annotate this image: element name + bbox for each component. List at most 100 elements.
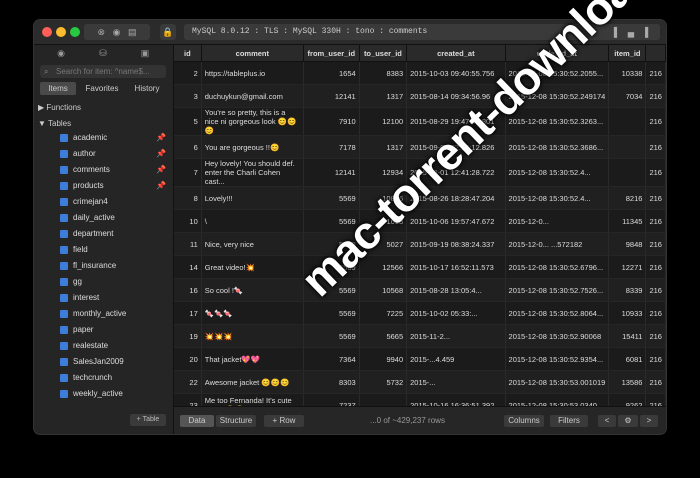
toggle-right-panel-icon[interactable]: ▐ [642, 27, 648, 37]
table-item-techcrunch[interactable]: techcrunch [60, 370, 170, 386]
cell-to-user-id[interactable]: 10568 [359, 278, 408, 302]
cell-extra[interactable]: 216 [645, 278, 666, 302]
cell-id[interactable]: 20 [174, 347, 202, 371]
table-row[interactable]: 17 🍬🍬🍬 5569 7225 2015-10-02 05:33:... 2015-12… [174, 301, 666, 325]
cell-comment[interactable]: duchuykun@gmail.com [201, 84, 304, 108]
tables-group[interactable]: ▼ Tables [38, 119, 71, 128]
cell-item-id[interactable]: 6081 [608, 347, 647, 371]
cell-comment[interactable]: Great video!💥 [201, 255, 304, 279]
back-arrow-icon[interactable]: ⊗ [98, 27, 106, 37]
database-icon[interactable]: ⛁ [98, 48, 108, 58]
cell-comment[interactable]: https://tableplus.io [201, 61, 304, 85]
cell-extra[interactable]: 216 [645, 135, 666, 159]
cell-comment[interactable]: You're so pretty, this is a nice ni gorg… [201, 107, 304, 136]
cell-to-user-id[interactable]: 5665 [359, 324, 408, 348]
cell-id[interactable]: 11 [174, 232, 202, 256]
column-header-comment[interactable]: comment [201, 45, 304, 62]
cell-item-id[interactable]: 15411 [608, 324, 647, 348]
cell-created-at[interactable]: 2015-... [406, 370, 506, 394]
cell-comment[interactable]: 🍬🍬🍬 [201, 301, 304, 325]
table-item-author[interactable]: author 📌 [60, 146, 170, 162]
pin-icon[interactable]: 📌 [156, 146, 166, 162]
cell-from-user-id[interactable]: 7364 [303, 347, 360, 371]
cell-extra[interactable]: 216 [645, 107, 666, 136]
database-pin-icon[interactable]: ◉ [56, 48, 66, 58]
table-item-academic[interactable]: academic 📌 [60, 130, 170, 146]
cell-id[interactable]: 14 [174, 255, 202, 279]
cell-extra[interactable]: 216 [645, 370, 666, 394]
cell-created-at[interactable]: 2015-09-19 08:38:24.337 [406, 232, 506, 256]
cell-to-user-id[interactable]: 5732 [359, 370, 408, 394]
table-item-salesjan2009[interactable]: SalesJan2009 [60, 354, 170, 370]
cell-from-user-id[interactable]: 7237 [303, 393, 360, 406]
table-item-realestate[interactable]: realestate [60, 338, 170, 354]
cell-from-user-id[interactable]: 8303 [303, 370, 360, 394]
structure-tab-button[interactable]: Structure [216, 415, 256, 427]
table-row[interactable]: 22 Awesome jacket 😊😊😊 8303 5732 2015-... 2015… [174, 370, 666, 394]
cell-item-id[interactable] [608, 107, 647, 136]
table-item-weekly-active[interactable]: weekly_active [60, 386, 170, 402]
cell-updated-at[interactable]: 2015-12-08 15:30:52.6796... [505, 255, 610, 279]
cell-extra[interactable]: 216 [645, 232, 666, 256]
cell-extra[interactable]: 216 [645, 158, 666, 187]
cell-updated-at[interactable]: 2015-12-08 15:30:53.0340... [505, 393, 610, 406]
cell-comment[interactable]: That jacket💖💖 [201, 347, 304, 371]
cell-updated-at[interactable]: 2015-12-08 15:30:52.4... [505, 186, 610, 210]
cell-created-at[interactable]: 2015-10-02 05:33:... [406, 301, 506, 325]
table-item-products[interactable]: products 📌 [60, 178, 170, 194]
cell-from-user-id[interactable]: 12141 [303, 158, 360, 187]
table-row[interactable]: 16 So cool !🍬 5569 10568 2015-08-28 13:05:4.… [174, 278, 666, 302]
cell-updated-at[interactable]: 2015-12-08 15:30:52.7526... [505, 278, 610, 302]
table-item-fl-insurance[interactable]: fl_insurance [60, 258, 170, 274]
cell-comment[interactable]: 💥💥💥 [201, 324, 304, 348]
cell-to-user-id[interactable]: 8383 [359, 61, 408, 85]
next-page-button[interactable]: > [640, 415, 658, 427]
table-item-field[interactable]: field [60, 242, 170, 258]
toggle-bottom-panel-icon[interactable]: ▄ [628, 27, 634, 37]
cell-updated-at[interactable]: 2015-12-08 15:30:52.4... [505, 158, 610, 187]
cell-from-user-id[interactable]: 7178 [303, 135, 360, 159]
cell-created-at[interactable]: 2015-08-28 13:05:4... [406, 278, 506, 302]
cell-comment[interactable]: Nice, very nice [201, 232, 304, 256]
table-row[interactable]: 2 https://tableplus.io 1654 8383 2015-10-03 … [174, 61, 666, 85]
cell-id[interactable]: 5 [174, 107, 202, 136]
cell-comment[interactable]: Lovely!!! [201, 186, 304, 210]
cell-comment[interactable]: Hey lovely! You should def. enter the Ch… [201, 158, 304, 187]
add-table-button[interactable]: + Table [130, 414, 166, 426]
cell-id[interactable]: 7 [174, 158, 202, 187]
cell-updated-at[interactable]: 2015-12-08 15:30:52.8064... [505, 301, 610, 325]
cell-id[interactable]: 17 [174, 301, 202, 325]
cell-item-id[interactable]: 9848 [608, 232, 647, 256]
table-item-department[interactable]: department [60, 226, 170, 242]
cell-id[interactable]: 23 [174, 393, 202, 406]
minimize-window-button[interactable] [56, 27, 66, 37]
gear-icon[interactable]: ⚙ [618, 415, 638, 427]
cell-to-user-id[interactable]: 9940 [359, 347, 408, 371]
lock-button[interactable]: 🔒 [160, 24, 176, 40]
sql-icon[interactable]: ▣ [140, 48, 150, 58]
cell-comment[interactable]: So cool !🍬 [201, 278, 304, 302]
tab-history[interactable]: History [128, 82, 166, 95]
cell-from-user-id[interactable]: 1654 [303, 61, 360, 85]
column-header-id[interactable]: id [174, 45, 202, 62]
cell-extra[interactable]: 216 [645, 209, 666, 233]
cell-extra[interactable]: 216 [645, 324, 666, 348]
column-header-from-user-id[interactable]: from_user_id [303, 45, 360, 62]
cell-from-user-id[interactable]: 12141 [303, 84, 360, 108]
cell-from-user-id[interactable]: 5569 [303, 301, 360, 325]
functions-group[interactable]: ▶ Functions [38, 103, 81, 112]
cell-updated-at[interactable]: 2015-12-08 15:30:53.001019 [505, 370, 610, 394]
column-header-created-at[interactable]: created_at [406, 45, 506, 62]
cell-from-user-id[interactable]: 7910 [303, 107, 360, 136]
cell-id[interactable]: 8 [174, 186, 202, 210]
cell-id[interactable]: 19 [174, 324, 202, 348]
cell-to-user-id[interactable]: 1317 [359, 135, 408, 159]
column-header-extra[interactable] [645, 45, 666, 62]
cell-updated-at[interactable]: 2015-12-0... [505, 209, 610, 233]
table-row[interactable]: 20 That jacket💖💖 7364 9940 2015-...4.459 2015… [174, 347, 666, 371]
cell-comment[interactable]: You are gorgeous !!😊 [201, 135, 304, 159]
columns-button[interactable]: Columns [504, 415, 544, 427]
cell-updated-at[interactable]: 2015-12-08 15:30:52.90068 [505, 324, 610, 348]
cell-comment[interactable]: Awesome jacket 😊😊😊 [201, 370, 304, 394]
cell-created-at[interactable]: 2015-...4.459 [406, 347, 506, 371]
